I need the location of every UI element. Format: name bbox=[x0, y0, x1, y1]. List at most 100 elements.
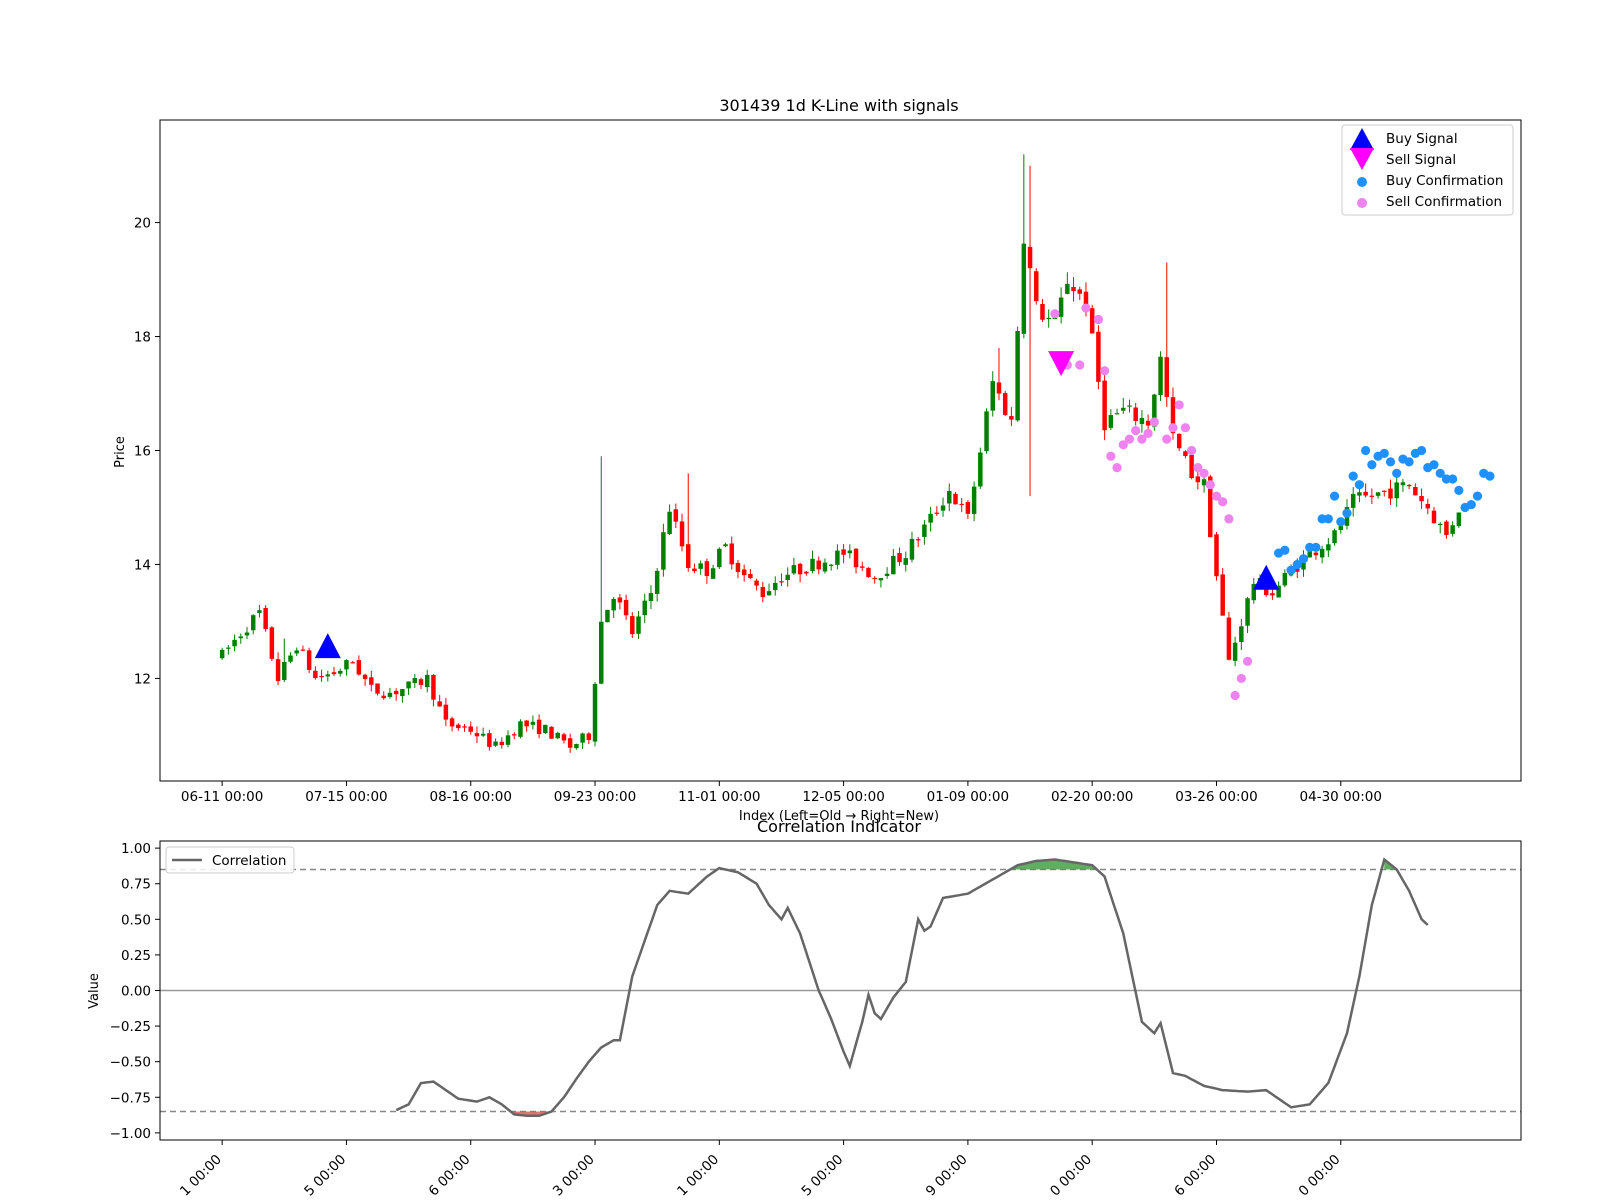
candle-body bbox=[959, 503, 964, 506]
candle-body bbox=[313, 670, 318, 679]
candle-body bbox=[996, 382, 1002, 394]
candle-body bbox=[369, 677, 374, 685]
candle-body bbox=[878, 578, 884, 581]
candle-body bbox=[219, 649, 225, 659]
buy-confirmation-dot bbox=[1336, 517, 1346, 527]
candle-body bbox=[915, 539, 921, 541]
candle-body bbox=[1338, 526, 1344, 530]
buy-confirmation-dot bbox=[1323, 514, 1333, 524]
candle-body bbox=[474, 733, 480, 737]
candle-body bbox=[1431, 510, 1437, 524]
kline-xtick-label: 12-05 00:00 bbox=[802, 789, 884, 805]
sell-confirmation-dot bbox=[1187, 445, 1197, 456]
candle-body bbox=[1313, 552, 1319, 556]
candle-body bbox=[1400, 482, 1406, 486]
candle-body bbox=[561, 734, 567, 741]
candle-body bbox=[462, 726, 467, 728]
candle-body bbox=[1413, 486, 1418, 496]
corr-legend: Correlation bbox=[165, 846, 295, 874]
candle-body bbox=[1214, 534, 1219, 577]
kline-signals bbox=[314, 351, 1280, 659]
corr-ytick-label: 0.25 bbox=[121, 948, 151, 964]
buy-confirmation-dot bbox=[1348, 471, 1358, 481]
buy-confirmation-dot bbox=[1367, 460, 1377, 470]
corr-xtick-label: 6 00:00 bbox=[426, 1152, 474, 1200]
buy-confirmation-dot bbox=[1466, 500, 1476, 510]
kline-ytick-label: 14 bbox=[134, 557, 151, 573]
kline-ylabel: Price bbox=[113, 436, 128, 468]
kline-legend: Buy Signal Sell Signal Buy Confirmation … bbox=[1341, 124, 1514, 216]
candle-body bbox=[288, 655, 293, 662]
candle-body bbox=[331, 672, 337, 675]
candle-body bbox=[847, 550, 853, 554]
candle-body bbox=[580, 733, 585, 743]
buy-confirmation-dot bbox=[1454, 485, 1464, 495]
candle-body bbox=[406, 681, 411, 689]
candle-body bbox=[1102, 380, 1107, 431]
candle-body bbox=[244, 632, 250, 636]
sell-confirmation-dot bbox=[1180, 423, 1191, 433]
candle-body bbox=[1357, 492, 1362, 496]
buy-confirmation-dot bbox=[1385, 457, 1396, 467]
buy-confirmation-dot bbox=[1392, 468, 1402, 478]
sell-confirmation-dot bbox=[1081, 303, 1091, 313]
buy-signal-marker bbox=[1253, 564, 1280, 590]
candle-body bbox=[567, 738, 573, 748]
candle-body bbox=[468, 726, 473, 732]
candle-body bbox=[654, 570, 660, 594]
candle-body bbox=[1139, 417, 1145, 425]
candle-body bbox=[337, 670, 343, 674]
candle-body bbox=[1363, 491, 1368, 496]
corr-axes: 1.00 0.75 0.50 0.25 0.00 −0.25 −0.50 −0.75 −1.00… bbox=[110, 841, 1521, 1199]
legend-sell-confirm-label: Sell Confirmation bbox=[1386, 194, 1502, 210]
candle-body bbox=[431, 674, 436, 700]
corr-ytick-label: −0.75 bbox=[110, 1090, 151, 1106]
candle-body bbox=[617, 597, 623, 603]
candle-body bbox=[891, 555, 896, 575]
buy-confirmation-dot bbox=[1361, 445, 1371, 456]
candle-body bbox=[250, 615, 256, 631]
candle-body bbox=[238, 636, 244, 639]
candle-body bbox=[611, 598, 616, 611]
kline-ytick-label: 12 bbox=[134, 671, 151, 687]
buy-confirmation-dot bbox=[1354, 480, 1365, 490]
candle-body bbox=[1394, 482, 1399, 499]
candle-body bbox=[1077, 289, 1082, 294]
buy-confirmation-dot bbox=[1329, 491, 1340, 501]
candle-body bbox=[1046, 317, 1051, 320]
candle-body bbox=[785, 574, 790, 580]
candle-body bbox=[1444, 521, 1449, 536]
candle-body bbox=[835, 550, 840, 565]
corr-xtick-label: 0 00:00 bbox=[1047, 1152, 1095, 1200]
candle-body bbox=[1133, 407, 1138, 421]
candle-body bbox=[1065, 283, 1070, 294]
candle-body bbox=[393, 690, 399, 695]
buy-confirmation-dot bbox=[1280, 545, 1290, 555]
candle-body bbox=[947, 490, 952, 504]
candle-body bbox=[773, 582, 778, 591]
candle-body bbox=[1270, 593, 1275, 596]
candle-body bbox=[723, 544, 728, 547]
candle-body bbox=[953, 493, 958, 505]
kline-panel: 301439 1d K-Line with signals Price Inde… bbox=[113, 96, 1522, 824]
candle-body bbox=[735, 562, 741, 573]
candle-body bbox=[306, 650, 312, 670]
candle-body bbox=[1326, 544, 1331, 551]
corr-threshold-fills bbox=[511, 859, 1394, 1116]
candle-body bbox=[1456, 512, 1462, 526]
candle-body bbox=[1108, 414, 1114, 428]
buy-signal-marker bbox=[314, 633, 341, 659]
sell-confirmation-dot bbox=[1205, 480, 1215, 490]
candle-body bbox=[971, 486, 977, 515]
candle-body bbox=[344, 660, 349, 670]
corr-ytick-label: 0.00 bbox=[121, 984, 151, 1000]
candle-body bbox=[1406, 484, 1412, 487]
candle-body bbox=[400, 689, 405, 697]
corr-xtick-label: 0 00:00 bbox=[1296, 1152, 1344, 1200]
candle-body bbox=[232, 639, 237, 647]
corr-ylabel: Value bbox=[87, 973, 102, 1009]
buy-confirmation-dot bbox=[1342, 508, 1352, 518]
candle-body bbox=[549, 726, 554, 739]
candle-body bbox=[704, 561, 710, 577]
candle-body bbox=[1164, 357, 1170, 397]
